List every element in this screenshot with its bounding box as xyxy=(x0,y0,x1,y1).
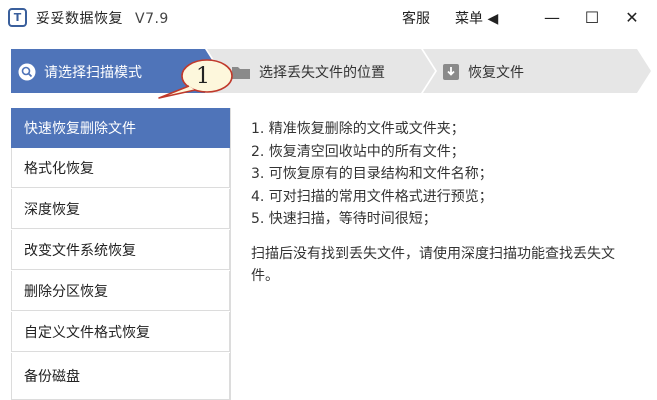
customer-service-button[interactable]: 客服 xyxy=(402,8,430,28)
close-icon[interactable]: ✕ xyxy=(620,6,644,28)
feature-item: 3. 可恢复原有的目录结构和文件名称； xyxy=(251,166,493,182)
app-title: 妥妥数据恢复 V7.9 xyxy=(36,8,169,28)
sidebar-item-label: 删除分区恢复 xyxy=(24,283,108,300)
title-bar: T 妥妥数据恢复 V7.9 客服 菜单 ◀ — ☐ ✕ xyxy=(0,0,657,36)
sidebar-item-deep-recovery[interactable]: 深度恢复 xyxy=(11,189,230,229)
sidebar-item-label: 改变文件系统恢复 xyxy=(24,242,136,259)
step-1[interactable]: 请选择扫描模式 xyxy=(18,62,142,82)
deep-scan-note: 扫描后没有找到丢失文件，请使用深度扫描功能查找丢失文件。 xyxy=(251,246,615,284)
minimize-icon[interactable]: — xyxy=(540,6,564,28)
sidebar-item-label: 自定义文件格式恢复 xyxy=(24,324,150,341)
step-3[interactable]: 恢复文件 xyxy=(442,62,524,82)
app-logo-icon: T xyxy=(8,8,27,27)
maximize-icon[interactable]: ☐ xyxy=(580,6,604,28)
callout-number: 1 xyxy=(196,64,210,89)
sidebar-item-partition-recovery[interactable]: 删除分区恢复 xyxy=(11,271,230,311)
search-icon xyxy=(18,63,36,81)
download-icon xyxy=(442,63,460,81)
sidebar-item-label: 深度恢复 xyxy=(24,201,80,218)
sidebar-item-label: 格式化恢复 xyxy=(24,160,94,177)
callout-balloon xyxy=(155,58,235,108)
app-name: 妥妥数据恢复 xyxy=(36,11,123,27)
feature-item: 5. 快速扫描，等待时间很短； xyxy=(251,211,437,227)
feature-item: 4. 可对扫描的常用文件格式进行预览； xyxy=(251,188,493,205)
step-2[interactable]: 选择丢失文件的位置 xyxy=(231,62,385,82)
sidebar-item-backup-disk[interactable]: 备份磁盘 xyxy=(11,353,230,400)
feature-item: 1. 精准恢复删除的文件或文件夹； xyxy=(251,121,465,137)
app-version: V7.9 xyxy=(135,11,169,27)
menu-button[interactable]: 菜单 ◀ xyxy=(455,8,498,28)
sidebar-item-filesystem-recovery[interactable]: 改变文件系统恢复 xyxy=(11,230,230,270)
sidebar-item-format-recovery[interactable]: 格式化恢复 xyxy=(11,148,230,188)
step-3-label: 恢复文件 xyxy=(468,65,524,81)
feature-item: 2. 恢复清空回收站中的所有文件； xyxy=(251,143,465,160)
step-2-label: 选择丢失文件的位置 xyxy=(259,65,385,81)
sidebar-item-quick-recovery[interactable]: 快速恢复删除文件 xyxy=(11,108,230,148)
sidebar-item-label: 快速恢复删除文件 xyxy=(24,121,136,137)
sidebar-item-custom-format-recovery[interactable]: 自定义文件格式恢复 xyxy=(11,312,230,352)
sidebar-item-label: 备份磁盘 xyxy=(24,369,80,385)
feature-list: 1. 精准恢复删除的文件或文件夹； 2. 恢复清空回收站中的所有文件； 3. 可… xyxy=(251,118,651,231)
step-1-label: 请选择扫描模式 xyxy=(44,65,142,81)
